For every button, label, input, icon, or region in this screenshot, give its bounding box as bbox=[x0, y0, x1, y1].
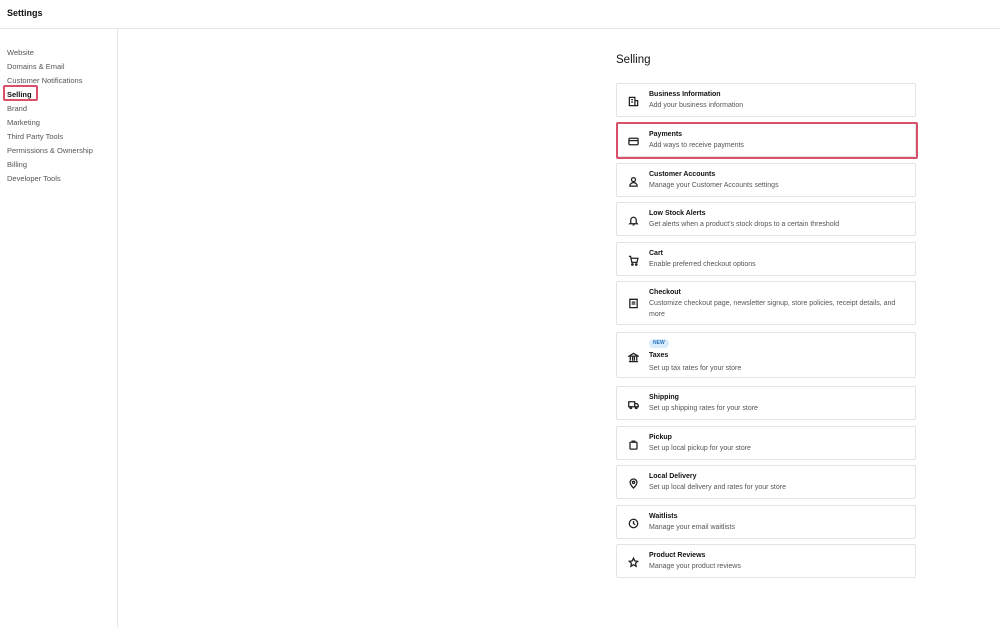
card-label: Shipping bbox=[649, 394, 679, 401]
card-description: Add ways to receive payments bbox=[649, 142, 744, 149]
page-title: Settings bbox=[7, 8, 43, 18]
receipt-icon bbox=[626, 296, 640, 310]
section-title: Selling bbox=[616, 54, 651, 66]
card-label: Taxes bbox=[649, 352, 669, 359]
card-description: Set up local delivery and rates for your… bbox=[649, 484, 786, 491]
bell-icon bbox=[626, 213, 640, 227]
card-label: Customer Accounts bbox=[649, 171, 716, 178]
building-icon bbox=[626, 94, 640, 108]
sidebar-item-third-party-tools[interactable]: Third Party Tools bbox=[7, 132, 63, 142]
card-label: Business Information bbox=[649, 91, 721, 98]
card-description: Customize checkout page, newsletter sign… bbox=[649, 300, 896, 318]
new-badge: NEW bbox=[649, 339, 669, 348]
card-cart[interactable]: Cart Enable preferred checkout options bbox=[616, 242, 916, 276]
card-product-reviews[interactable]: Product Reviews Manage your product revi… bbox=[616, 544, 916, 578]
card-checkout[interactable]: Checkout Customize checkout page, newsle… bbox=[616, 281, 916, 325]
cart-icon bbox=[626, 253, 640, 267]
sidebar-item-billing[interactable]: Billing bbox=[7, 160, 27, 170]
card-label: Product Reviews bbox=[649, 552, 706, 559]
card-pickup[interactable]: Pickup Set up local pickup for your stor… bbox=[616, 426, 916, 460]
card-label: Payments bbox=[649, 131, 683, 138]
card-payments[interactable]: Payments Add ways to receive payments bbox=[616, 123, 916, 157]
truck-icon bbox=[626, 397, 640, 411]
star-icon bbox=[626, 555, 640, 569]
card-label: Waitlists bbox=[649, 513, 678, 520]
person-icon bbox=[626, 174, 640, 188]
card-description: Set up shipping rates for your store bbox=[649, 405, 758, 412]
card-low-stock-alerts[interactable]: Low Stock Alerts Get alerts when a produ… bbox=[616, 202, 916, 236]
card-shipping[interactable]: Shipping Set up shipping rates for your … bbox=[616, 386, 916, 420]
clock-icon bbox=[626, 516, 640, 530]
sidebar-item-website[interactable]: Website bbox=[7, 48, 34, 58]
card-description: Enable preferred checkout options bbox=[649, 261, 756, 268]
card-description: Get alerts when a product’s stock drops … bbox=[649, 221, 840, 228]
card-customer-accounts[interactable]: Customer Accounts Manage your Customer A… bbox=[616, 163, 916, 197]
top-bar: Settings bbox=[0, 0, 1000, 29]
sidebar-item-marketing[interactable]: Marketing bbox=[7, 118, 40, 128]
card-description: Set up local pickup for your store bbox=[649, 445, 751, 452]
card-label: Checkout bbox=[649, 289, 681, 296]
card-description: Manage your Customer Accounts settings bbox=[649, 182, 779, 189]
card-description: Manage your email waitlists bbox=[649, 524, 735, 531]
card-description: Set up tax rates for your store bbox=[649, 365, 742, 372]
card-label: Pickup bbox=[649, 434, 672, 441]
card-description: Add your business information bbox=[649, 102, 744, 109]
bag-icon bbox=[626, 437, 640, 451]
credit-card-icon bbox=[626, 134, 640, 148]
card-label: Local Delivery bbox=[649, 473, 697, 480]
sidebar-item-developer-tools[interactable]: Developer Tools bbox=[7, 174, 61, 184]
sidebar: Website Domains & Email Customer Notific… bbox=[0, 29, 118, 627]
selling-highlight-box bbox=[3, 85, 38, 101]
bank-icon bbox=[626, 350, 640, 364]
main-content: Selling Business Information Add your bu… bbox=[119, 29, 1000, 627]
card-taxes[interactable]: NEW Taxes Set up tax rates for your stor… bbox=[616, 332, 916, 378]
card-local-delivery[interactable]: Local Delivery Set up local delivery and… bbox=[616, 465, 916, 499]
card-waitlists[interactable]: Waitlists Manage your email waitlists bbox=[616, 505, 916, 539]
card-business-information[interactable]: Business Information Add your business i… bbox=[616, 83, 916, 117]
sidebar-item-domains-email[interactable]: Domains & Email bbox=[7, 62, 65, 72]
location-pin-icon bbox=[626, 476, 640, 490]
card-description: Manage your product reviews bbox=[649, 563, 741, 570]
card-label: Cart bbox=[649, 250, 664, 257]
card-label: Low Stock Alerts bbox=[649, 210, 706, 217]
sidebar-item-permissions-ownership[interactable]: Permissions & Ownership bbox=[7, 146, 93, 156]
sidebar-item-brand[interactable]: Brand bbox=[7, 104, 27, 114]
